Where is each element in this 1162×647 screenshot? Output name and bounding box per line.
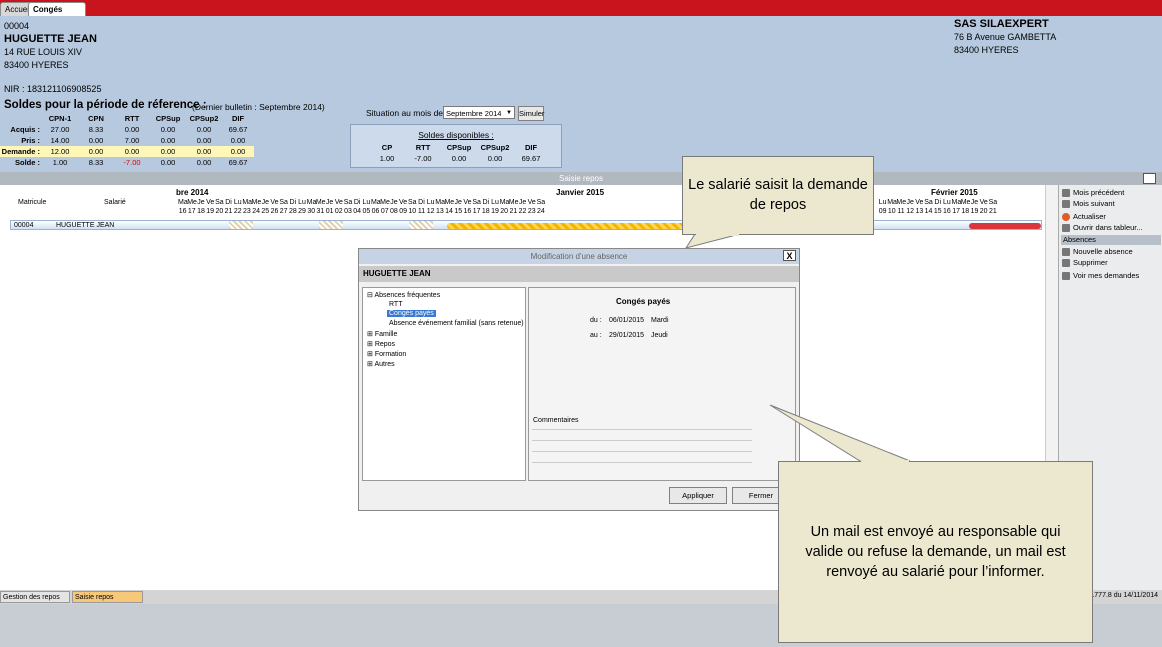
callout-pointer-joins — [696, 234, 909, 462]
